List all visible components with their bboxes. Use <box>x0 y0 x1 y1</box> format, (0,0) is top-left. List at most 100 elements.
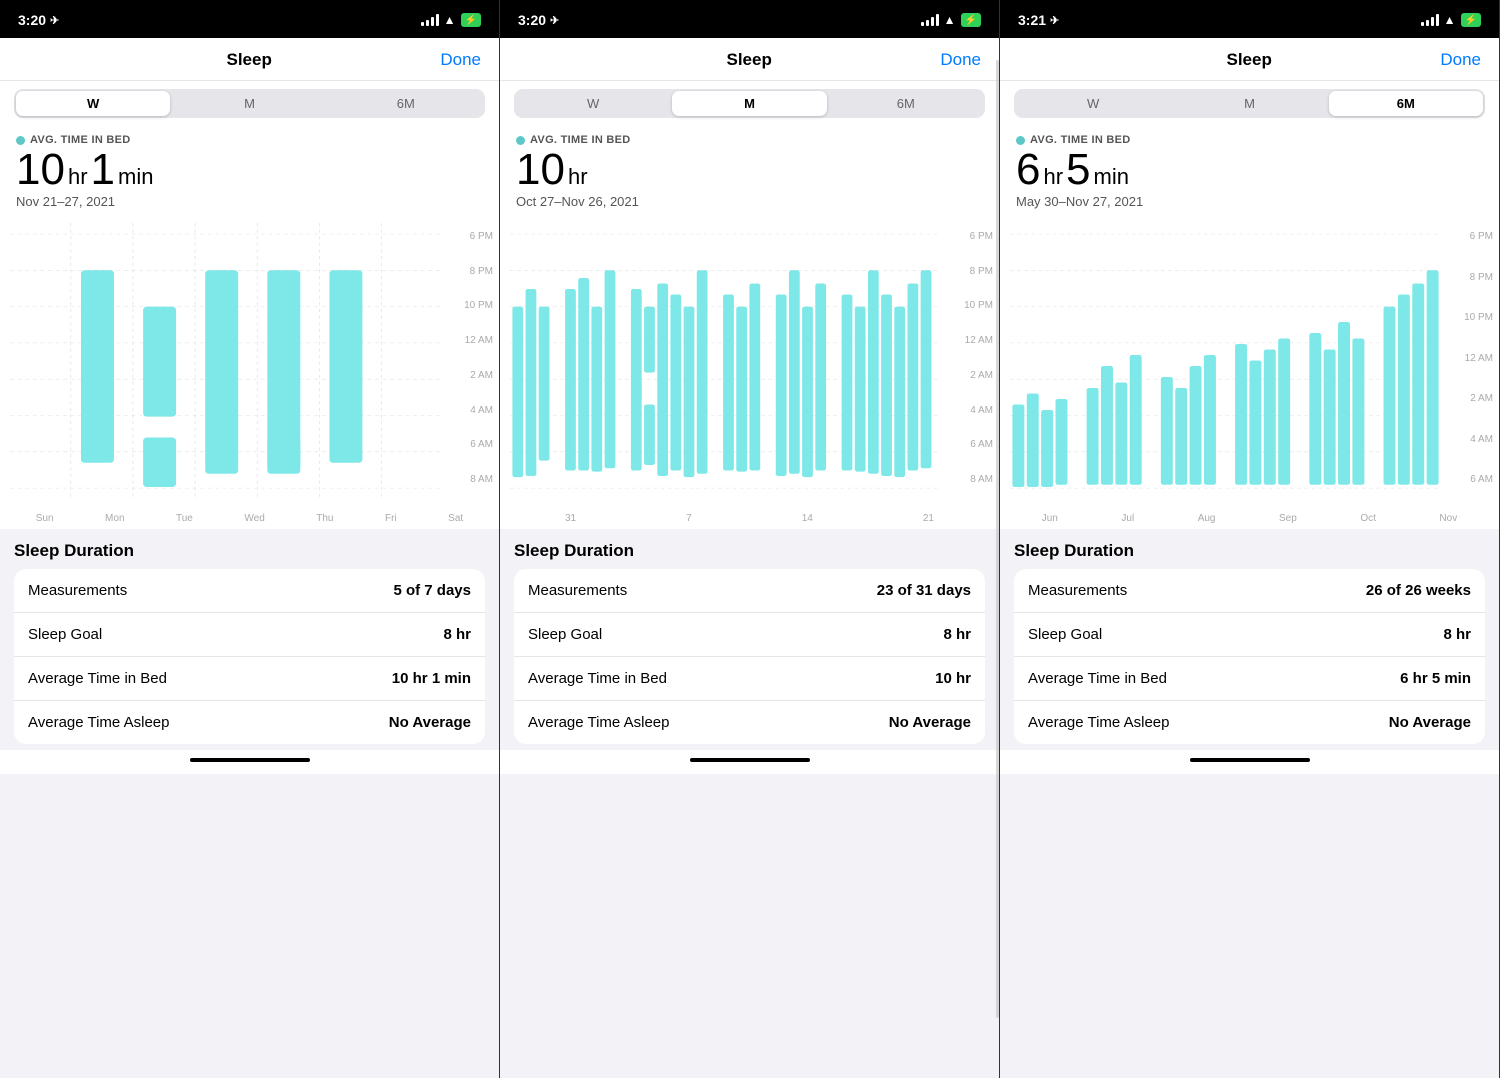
battery-icon-2: ⚡ <box>961 13 981 27</box>
chart-x-labels-2: 31 7 14 21 <box>500 509 999 524</box>
status-bar-1: 3:20 ✈ ▲ ⚡ <box>0 0 499 38</box>
stat-value-3-1: 8 hr <box>1443 626 1471 643</box>
stat-value-1-0: 5 of 7 days <box>393 582 471 599</box>
chart-svg-1 <box>10 223 441 509</box>
stat-value-3-2: 6 hr 5 min <box>1400 670 1471 687</box>
stat-value-1-3: No Average <box>389 714 471 731</box>
home-indicator-3 <box>1000 750 1499 774</box>
status-time-2: 3:20 <box>518 12 546 28</box>
home-bar-2 <box>690 758 810 762</box>
chart-x-labels-3: Jun Jul Aug Sep Oct Nov <box>1000 509 1499 524</box>
location-icon-2: ✈ <box>550 14 559 27</box>
chart-svg-2 <box>510 223 941 509</box>
status-bar-3: 3:21 ✈ ▲ ⚡ <box>1000 0 1499 38</box>
date-range-2: Oct 27–Nov 26, 2021 <box>516 194 983 209</box>
stat-label-2-1: Sleep Goal <box>528 626 602 643</box>
status-right-3: ▲ ⚡ <box>1421 13 1481 27</box>
avg-label-1: AVG. TIME IN BED <box>16 134 483 146</box>
stat-row-timeinbed-3: Average Time in Bed 6 hr 5 min <box>1014 657 1485 701</box>
status-time-3: 3:21 <box>1018 12 1046 28</box>
home-indicator-1 <box>0 750 499 774</box>
segment-control-3: W M 6M <box>1000 81 1499 126</box>
stat-value-3-3: No Average <box>1389 714 1471 731</box>
signal-3 <box>1421 14 1439 26</box>
home-indicator-2 <box>500 750 999 774</box>
done-button-2[interactable]: Done <box>940 50 981 70</box>
status-time-1: 3:20 <box>18 12 46 28</box>
stat-label-1-3: Average Time Asleep <box>28 714 169 731</box>
stat-label-3-0: Measurements <box>1028 582 1127 599</box>
status-bar-2: 3:20 ✈ ▲ ⚡ <box>500 0 999 38</box>
chart-area-3: 6 PM 8 PM 10 PM 12 AM 2 AM 4 AM 6 AM Jun… <box>1000 219 1499 529</box>
stats-header-3: AVG. TIME IN BED 6 hr 5 min May 30–Nov 2… <box>1000 126 1499 219</box>
nav-bar-2: Sleep Done <box>500 38 999 81</box>
done-button-1[interactable]: Done <box>440 50 481 70</box>
nav-bar-3: Sleep Done <box>1000 38 1499 81</box>
section-title-2: Sleep Duration <box>514 541 985 561</box>
big-hr-2: 10 <box>516 148 565 192</box>
nav-bar-1: Sleep Done <box>0 38 499 81</box>
stat-label-1-2: Average Time in Bed <box>28 670 167 687</box>
segment-control-2: W M 6M <box>500 81 999 126</box>
stats-card-1: Measurements 5 of 7 days Sleep Goal 8 hr… <box>14 569 485 744</box>
section-title-3: Sleep Duration <box>1014 541 1485 561</box>
chart-inner-2: 6 PM 8 PM 10 PM 12 AM 2 AM 4 AM 6 AM 8 A… <box>500 223 999 509</box>
stats-card-3: Measurements 26 of 26 weeks Sleep Goal 8… <box>1014 569 1485 744</box>
chart-bars-3 <box>1000 223 1451 509</box>
stat-label-2-3: Average Time Asleep <box>528 714 669 731</box>
segment-w-1[interactable]: W <box>16 91 170 116</box>
home-bar-1 <box>190 758 310 762</box>
segment-6m-1[interactable]: 6M <box>329 91 483 116</box>
stat-value-3-0: 26 of 26 weeks <box>1366 582 1471 599</box>
panel-month: 3:20 ✈ ▲ ⚡ Sleep Done W M 6M AVG. TIM <box>500 0 1000 1078</box>
big-hr-1: 10 <box>16 148 65 192</box>
panel-6month: 3:21 ✈ ▲ ⚡ Sleep Done W M 6M AVG. TIM <box>1000 0 1500 1078</box>
bottom-section-1: Sleep Duration Measurements 5 of 7 days … <box>0 529 499 1078</box>
home-bar-3 <box>1190 758 1310 762</box>
segment-m-1[interactable]: M <box>172 91 326 116</box>
bottom-section-2: Sleep Duration Measurements 23 of 31 day… <box>500 529 999 1078</box>
wifi-icon-3: ▲ <box>1444 13 1456 27</box>
battery-icon-3: ⚡ <box>1461 13 1481 27</box>
status-right-2: ▲ ⚡ <box>921 13 981 27</box>
stats-header-1: AVG. TIME IN BED 10 hr 1 min Nov 21–27, … <box>0 126 499 219</box>
big-number-3: 6 hr 5 min <box>1016 148 1483 192</box>
nav-title-1: Sleep <box>227 50 272 70</box>
big-number-1: 10 hr 1 min <box>16 148 483 192</box>
signal-2 <box>921 14 939 26</box>
chart-y-labels-3: 6 PM 8 PM 10 PM 12 AM 2 AM 4 AM 6 AM <box>1451 223 1499 509</box>
chart-inner-3: 6 PM 8 PM 10 PM 12 AM 2 AM 4 AM 6 AM <box>1000 223 1499 509</box>
panel-week: 3:20 ✈ ▲ ⚡ Sleep Done W M 6M <box>0 0 500 1078</box>
sleep-duration-2: Sleep Duration Measurements 23 of 31 day… <box>500 529 999 750</box>
stat-row-goal-3: Sleep Goal 8 hr <box>1014 613 1485 657</box>
chart-svg-3 <box>1010 223 1441 509</box>
wifi-icon-1: ▲ <box>444 13 456 27</box>
segment-6m-3[interactable]: 6M <box>1329 91 1483 116</box>
bottom-section-3: Sleep Duration Measurements 26 of 26 wee… <box>1000 529 1499 1078</box>
stat-label-3-3: Average Time Asleep <box>1028 714 1169 731</box>
stat-value-1-2: 10 hr 1 min <box>392 670 471 687</box>
location-icon-1: ✈ <box>50 14 59 27</box>
done-button-3[interactable]: Done <box>1440 50 1481 70</box>
date-range-3: May 30–Nov 27, 2021 <box>1016 194 1483 209</box>
segment-w-3[interactable]: W <box>1016 91 1170 116</box>
chart-area-2: 6 PM 8 PM 10 PM 12 AM 2 AM 4 AM 6 AM 8 A… <box>500 219 999 529</box>
status-left-3: 3:21 ✈ <box>1018 12 1059 28</box>
segment-w-2[interactable]: W <box>516 91 670 116</box>
big-hr-3: 6 <box>1016 148 1040 192</box>
location-icon-3: ✈ <box>1050 14 1059 27</box>
segment-m-3[interactable]: M <box>1172 91 1326 116</box>
big-min-unit-1: min <box>118 166 153 188</box>
segment-6m-2[interactable]: 6M <box>829 91 983 116</box>
status-left-2: 3:20 ✈ <box>518 12 559 28</box>
stat-row-timeinbed-2: Average Time in Bed 10 hr <box>514 657 985 701</box>
sleep-duration-3: Sleep Duration Measurements 26 of 26 wee… <box>1000 529 1499 750</box>
big-min-1: 1 <box>91 148 115 192</box>
avg-label-2: AVG. TIME IN BED <box>516 134 983 146</box>
stat-label-3-2: Average Time in Bed <box>1028 670 1167 687</box>
stat-row-measurements-3: Measurements 26 of 26 weeks <box>1014 569 1485 613</box>
segment-m-2[interactable]: M <box>672 91 826 116</box>
nav-title-3: Sleep <box>1227 50 1272 70</box>
chart-area-1: 6 PM 8 PM 10 PM 12 AM 2 AM 4 AM 6 AM 8 A… <box>0 219 499 529</box>
wifi-icon-2: ▲ <box>944 13 956 27</box>
